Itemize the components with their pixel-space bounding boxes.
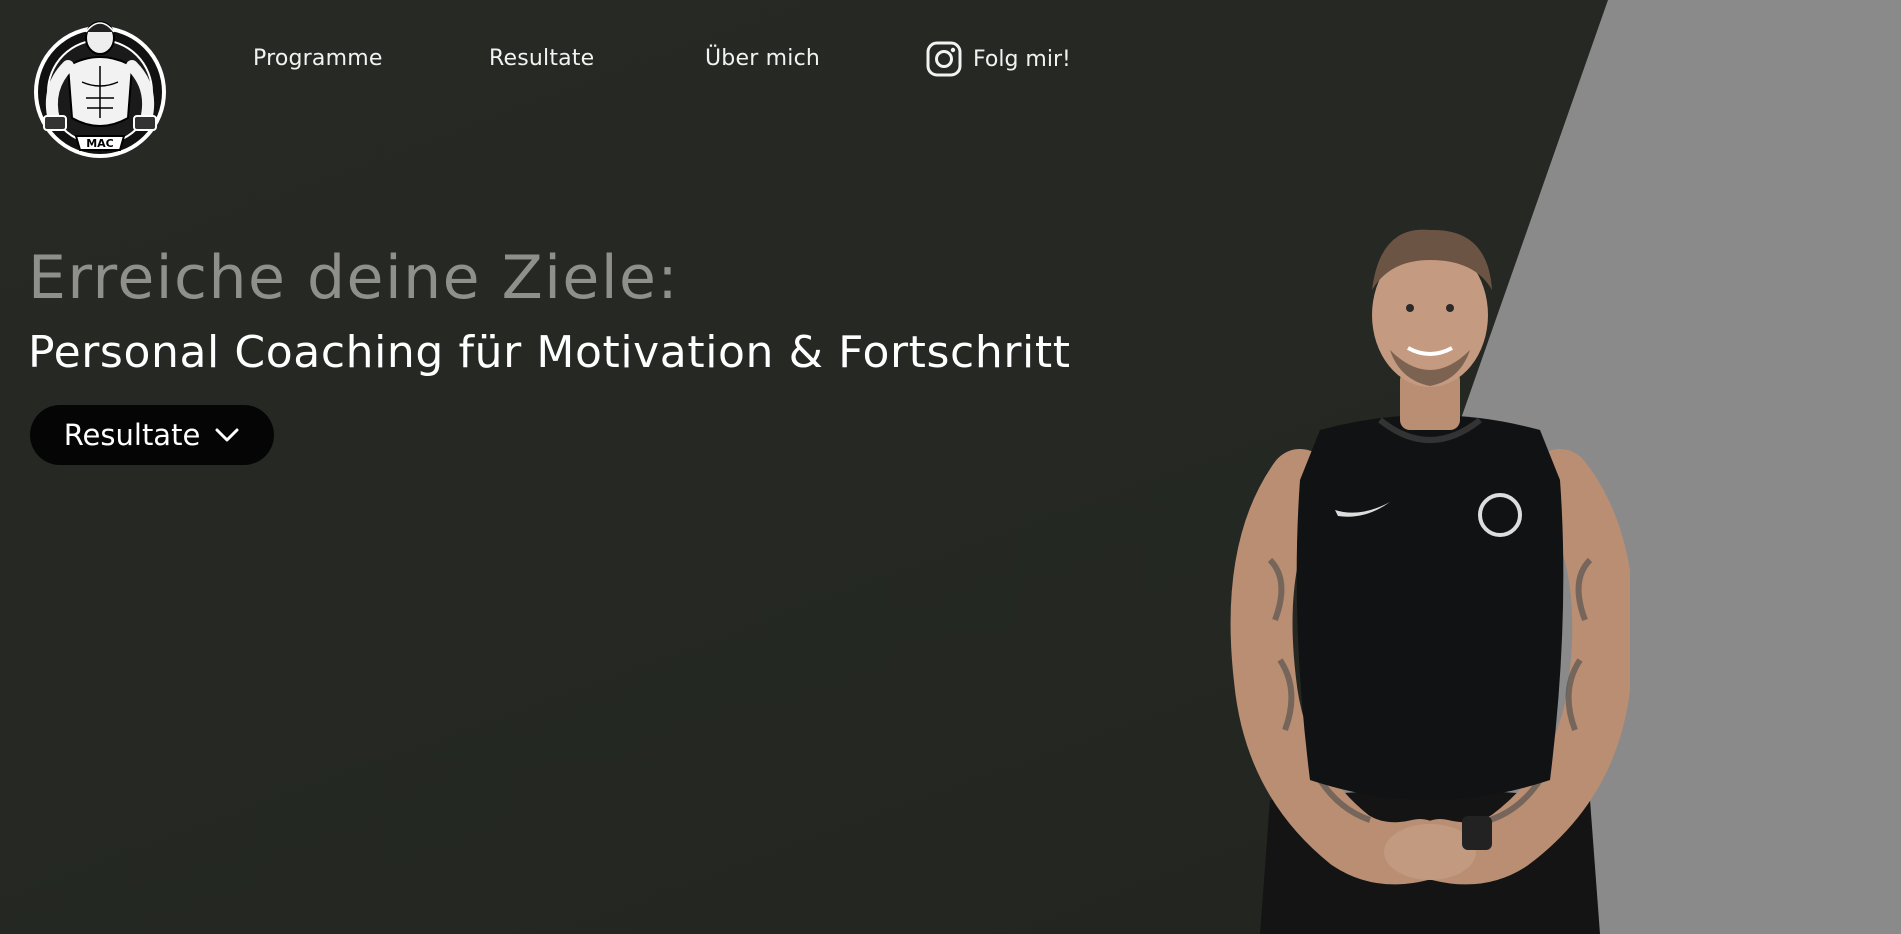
logo-text: MAC [86,137,114,150]
resultate-button-label: Resultate [63,418,201,452]
coach-portrait-image [1230,229,1635,934]
resultate-button[interactable]: Resultate [30,405,274,465]
nav-link-instagram[interactable]: Folg mir! [925,40,1071,78]
nav-link-programme[interactable]: Programme [253,46,383,71]
coach-photo [1230,220,1635,934]
hero-headline: Erreiche deine Ziele: [28,243,680,313]
follow-label: Folg mir! [973,46,1071,72]
hero-subheadline: Personal Coaching für Motivation & Forts… [28,327,1071,378]
brand-logo[interactable]: MAC [32,8,168,168]
nav-link-resultate[interactable]: Resultate [489,46,594,71]
page: MAC Programme Resultate Über mich Folg m… [0,0,1901,934]
chevron-down-icon [215,428,239,442]
instagram-icon [926,41,962,77]
nav-link-ueber-mich[interactable]: Über mich [705,46,820,71]
logo-emblem-icon: MAC [34,21,166,158]
